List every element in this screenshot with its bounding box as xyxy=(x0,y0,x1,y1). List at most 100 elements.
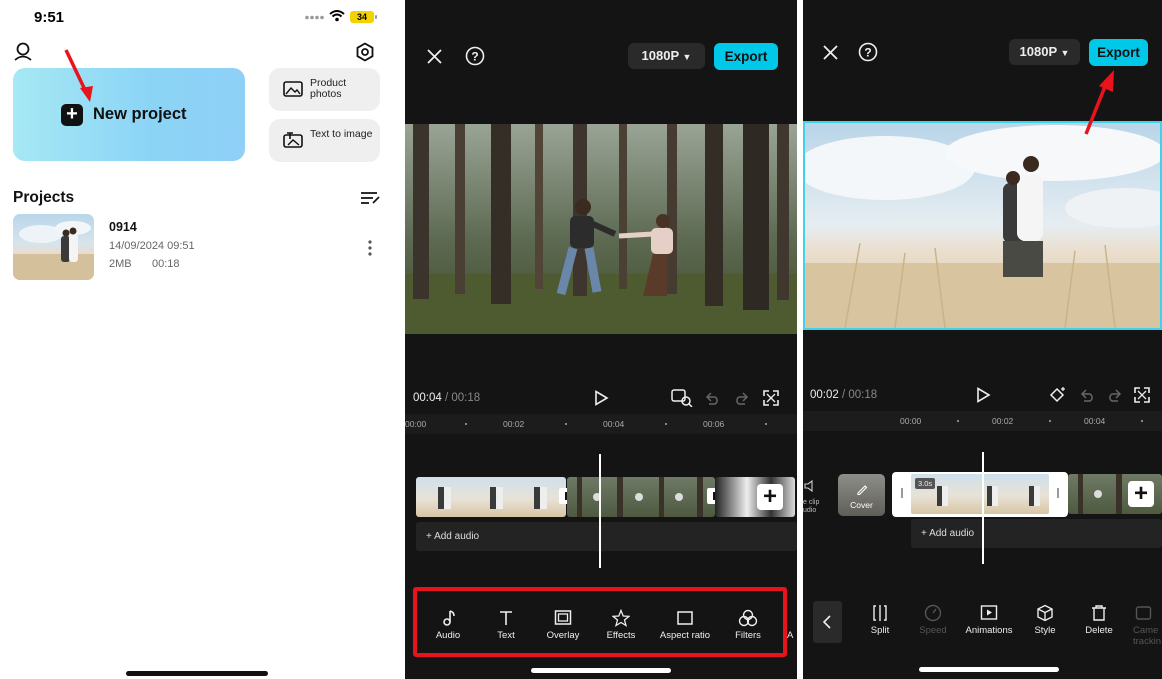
speaker-icon[interactable] xyxy=(803,480,815,492)
animations-icon xyxy=(980,605,998,620)
plus-icon: + xyxy=(426,531,435,542)
trim-handle-left[interactable] xyxy=(901,488,903,498)
help-icon[interactable]: ? xyxy=(465,46,485,66)
forest-couple-frame xyxy=(405,124,797,334)
text-to-image-card[interactable]: Text to image xyxy=(269,119,380,162)
ruler-dot xyxy=(1049,420,1051,422)
tool-animations[interactable]: Animations xyxy=(961,604,1017,636)
annotation-highlight-box xyxy=(413,587,787,657)
projects-title: Projects xyxy=(13,189,75,206)
tool-more[interactable]: A xyxy=(787,630,797,641)
field-couple-frame xyxy=(805,123,1160,328)
editor-screen-clip-selected: ? 1080P ▼ Export 00:02 / 00:18 00:00 00:… xyxy=(803,0,1162,679)
ruler-dot xyxy=(665,423,667,425)
undo-icon[interactable] xyxy=(704,391,720,405)
play-icon[interactable] xyxy=(593,390,609,406)
annotation-arrow xyxy=(64,49,93,102)
add-audio-label: Add audio xyxy=(434,531,480,542)
svg-text:?: ? xyxy=(471,50,478,64)
add-clip-button[interactable]: + xyxy=(1128,481,1154,507)
time-separator: / xyxy=(841,389,846,401)
home-indicator xyxy=(126,671,268,676)
ruler-dot xyxy=(765,423,767,425)
tool-style[interactable]: Style xyxy=(1030,604,1060,636)
add-keyframe-icon[interactable] xyxy=(1048,386,1068,404)
ruler-tick: 00:02 xyxy=(503,419,525,429)
couple-photo-thumbnail xyxy=(13,221,94,280)
ruler-tick: 00:04 xyxy=(1084,416,1106,426)
project-name[interactable]: 0914 xyxy=(109,220,137,234)
resolution-label: 1080P xyxy=(641,48,679,63)
ruler-dot xyxy=(465,423,467,425)
undo-icon[interactable] xyxy=(1079,388,1095,402)
mute-label-line1: e clip xyxy=(803,499,820,506)
add-clip-button[interactable]: + xyxy=(757,484,783,510)
timeline-ruler xyxy=(803,411,1162,431)
redo-icon[interactable] xyxy=(1107,388,1123,402)
keyframe-magnifier-icon[interactable] xyxy=(671,389,693,407)
back-button[interactable] xyxy=(813,601,842,643)
resolution-dropdown[interactable]: 1080P ▼ xyxy=(628,43,705,69)
timeline-ruler xyxy=(405,414,797,434)
export-button[interactable]: Export xyxy=(714,43,778,70)
video-clip-1[interactable] xyxy=(416,477,566,517)
wifi-icon xyxy=(329,10,345,22)
video-clip-2[interactable] xyxy=(567,477,715,517)
video-preview[interactable] xyxy=(405,124,797,334)
help-icon[interactable]: ? xyxy=(858,42,878,62)
total-time: 00:18 xyxy=(451,392,481,404)
resolution-dropdown[interactable]: 1080P ▼ xyxy=(1009,39,1080,65)
ruler-tick: 00:02 xyxy=(992,416,1014,426)
tool-split[interactable]: Split xyxy=(865,604,895,636)
add-audio-button[interactable]: + Add audio xyxy=(911,519,1162,548)
resolution-label: 1080P xyxy=(1019,44,1057,59)
settings-icon[interactable] xyxy=(355,42,375,62)
close-icon[interactable] xyxy=(822,44,839,61)
sort-list-icon[interactable] xyxy=(360,191,380,205)
caret-down-icon: ▼ xyxy=(682,52,692,62)
ruler-dot xyxy=(957,420,959,422)
tool-label: Split xyxy=(870,625,890,636)
trim-handle-right[interactable] xyxy=(1057,488,1059,498)
close-icon[interactable] xyxy=(426,48,443,65)
clip-frames xyxy=(438,487,547,509)
tool-label: Animations xyxy=(965,625,1013,636)
fullscreen-icon[interactable] xyxy=(1134,387,1150,403)
fullscreen-icon[interactable] xyxy=(763,390,779,406)
battery-tip xyxy=(375,15,377,19)
speed-icon xyxy=(924,604,942,622)
text-to-image-label: Text to image xyxy=(310,128,373,140)
text-to-image-icon xyxy=(283,132,303,148)
product-photos-icon xyxy=(283,81,303,97)
clip-frames xyxy=(577,477,703,517)
tool-camera-tracking[interactable]: Came trackin xyxy=(1133,604,1162,647)
plus-icon: + xyxy=(61,104,83,126)
tool-label: Speed xyxy=(919,625,947,636)
redo-icon[interactable] xyxy=(734,391,750,405)
profile-icon[interactable] xyxy=(13,42,33,62)
product-photos-label: Product photos xyxy=(310,77,347,100)
cover-label: Cover xyxy=(850,500,873,510)
tool-delete[interactable]: Delete xyxy=(1083,604,1115,636)
project-thumbnail[interactable] xyxy=(13,214,94,280)
export-button[interactable]: Export xyxy=(1089,39,1148,66)
play-icon[interactable] xyxy=(975,387,991,403)
tool-label: Style xyxy=(1034,625,1056,636)
add-audio-label: Add audio xyxy=(929,528,975,539)
video-preview[interactable] xyxy=(803,121,1162,330)
more-options-icon[interactable] xyxy=(365,239,375,257)
playhead[interactable] xyxy=(982,452,984,564)
ruler-dot xyxy=(1141,420,1143,422)
home-screen: 9:51 34 + New project Product photos Tex… xyxy=(0,0,404,679)
product-photos-card[interactable]: Product photos xyxy=(269,68,380,111)
cover-button[interactable]: Cover xyxy=(838,474,885,516)
playhead[interactable] xyxy=(599,454,601,568)
tool-speed[interactable]: Speed xyxy=(915,604,951,636)
battery-indicator: 34 xyxy=(350,11,374,23)
project-size: 2MB xyxy=(109,258,132,270)
total-time: 00:18 xyxy=(848,389,878,401)
video-clip-3[interactable] xyxy=(715,477,795,517)
add-audio-button[interactable]: + Add audio xyxy=(416,522,797,551)
mute-clip-audio-label[interactable]: e clip udio xyxy=(803,499,819,515)
project-duration: 00:18 xyxy=(152,258,180,270)
